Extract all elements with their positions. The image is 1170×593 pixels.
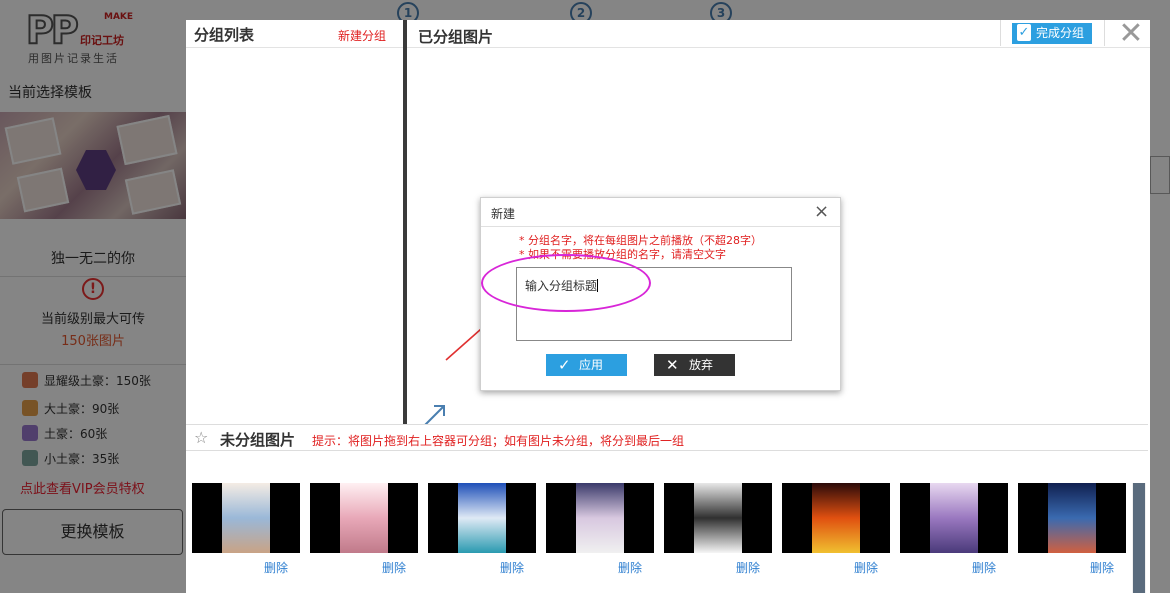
discard-button-label: 放弃: [689, 358, 714, 372]
scrollbar-thumb[interactable]: [1133, 483, 1145, 593]
grouped-photos-title: 已分组图片: [418, 28, 494, 46]
delete-photo-link[interactable]: 删除: [500, 559, 524, 576]
close-icon[interactable]: ×: [814, 201, 829, 222]
ungrouped-photo-list: 删除 删除 删除 删除 删除 删除 删除 删除: [192, 483, 1132, 593]
photo-frame: [310, 483, 418, 553]
dialog-header: 新建 ×: [481, 198, 840, 227]
divider: [1000, 20, 1001, 46]
photo-thumbnail[interactable]: 删除: [782, 483, 890, 583]
photo-frame: [428, 483, 536, 553]
star-icon: ☆: [194, 428, 209, 447]
discard-button[interactable]: ✕ 放弃: [654, 354, 735, 376]
group-list-header: 分组列表 新建分组: [186, 20, 404, 48]
photo-thumbnail[interactable]: 删除: [1018, 483, 1126, 583]
finish-grouping-button[interactable]: ✓ 完成分组: [1012, 23, 1092, 44]
photo-frame: [900, 483, 1008, 553]
check-icon: ✓: [558, 356, 571, 374]
ungrouped-header: ☆ 未分组图片 提示：将图片拖到右上容器可分组；如有图片未分组，将分到最后一组: [186, 424, 1148, 451]
close-icon[interactable]: ✕: [1114, 19, 1148, 49]
photo-thumbnail[interactable]: 删除: [192, 483, 300, 583]
ungrouped-tip: 提示：将图片拖到右上容器可分组；如有图片未分组，将分到最后一组: [312, 434, 685, 448]
new-group-dialog: 新建 × * 分组名字，将在每组图片之前播放（不超28字） * 如果不需要播放分…: [480, 197, 841, 391]
photo-frame: [546, 483, 654, 553]
delete-photo-link[interactable]: 删除: [972, 559, 996, 576]
photo-image: [576, 483, 624, 553]
photo-frame: [192, 483, 300, 553]
delete-photo-link[interactable]: 删除: [1090, 559, 1114, 576]
delete-photo-link[interactable]: 删除: [736, 559, 760, 576]
divider: [407, 47, 1150, 48]
highlight-circle: [481, 254, 651, 312]
photo-image: [340, 483, 388, 553]
photo-image: [930, 483, 978, 553]
photo-image: [694, 483, 742, 553]
panel-divider[interactable]: [403, 20, 407, 424]
photo-image: [812, 483, 860, 553]
delete-photo-link[interactable]: 删除: [618, 559, 642, 576]
check-icon: ✓: [1017, 24, 1031, 41]
photo-frame: [782, 483, 890, 553]
group-list-panel: 分组列表 新建分组: [186, 20, 404, 424]
photo-image: [222, 483, 270, 553]
apply-button-label: 应用: [579, 358, 604, 372]
photo-image: [1048, 483, 1096, 553]
photo-frame: [664, 483, 772, 553]
delete-photo-link[interactable]: 删除: [382, 559, 406, 576]
delete-photo-link[interactable]: 删除: [264, 559, 288, 576]
dialog-title: 新建: [491, 207, 516, 221]
close-icon: ✕: [666, 356, 679, 374]
photo-frame: [1018, 483, 1126, 553]
divider: [1104, 20, 1105, 46]
photo-image: [458, 483, 506, 553]
photo-thumbnail[interactable]: 删除: [900, 483, 1008, 583]
ungrouped-title: 未分组图片: [220, 431, 296, 449]
delete-photo-link[interactable]: 删除: [854, 559, 878, 576]
apply-button[interactable]: ✓ 应用: [546, 354, 627, 376]
photo-thumbnail[interactable]: 删除: [546, 483, 654, 583]
finish-grouping-label: 完成分组: [1036, 26, 1085, 40]
photo-thumbnail[interactable]: 删除: [310, 483, 418, 583]
photo-thumbnail[interactable]: 删除: [428, 483, 536, 583]
photo-thumbnail[interactable]: 删除: [664, 483, 772, 583]
new-group-link[interactable]: 新建分组: [338, 27, 386, 44]
group-list-title: 分组列表: [194, 26, 255, 44]
